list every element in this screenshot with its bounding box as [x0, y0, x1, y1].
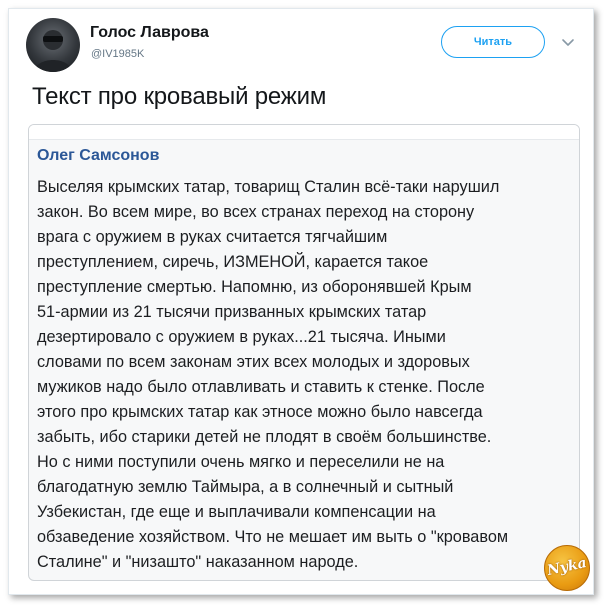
watermark-logo: Nyka [544, 545, 590, 591]
quoted-post-body: Выселяя крымских татар, товарищ Сталин в… [37, 175, 567, 575]
quoted-post-line: забыть, ибо старики детей не плодят в св… [37, 428, 492, 446]
quoted-post-line: благодатную землю Таймыра, а в солнечный… [37, 478, 454, 496]
chevron-down-icon [562, 39, 574, 46]
user-avatar-icon [34, 30, 72, 72]
user-handle[interactable]: @IV1985K [91, 48, 144, 60]
quoted-post-line: дезертировало с оружием в руках...21 тыс… [37, 328, 446, 346]
user-name[interactable]: Голос Лаврова [90, 24, 209, 42]
quoted-post-line: Выселяя крымских татар, товарищ Сталин в… [37, 178, 500, 196]
quoted-post-line: Сталине" и "низашто" наказанном народе. [37, 553, 359, 571]
quoted-post[interactable]: Олег Самсонов Выселяя крымских татар, то… [28, 124, 580, 581]
quoted-post-line: закон. Во всем мире, во всех странах пер… [37, 203, 475, 221]
quoted-post-line: мужиков надо было отлавливать и ставить … [37, 378, 485, 396]
quoted-post-line: 51-армии из 21 тысячи призванных крымски… [37, 303, 427, 321]
quoted-post-line: преступление смертью. Напомню, из оборон… [37, 278, 472, 296]
tweet-menu-button[interactable] [561, 36, 575, 48]
quoted-post-line: преступлением, сиречь, ИЗМЕНОЙ, карается… [37, 253, 429, 271]
quoted-post-line: Но с ними поступили очень мягко и пересе… [37, 453, 445, 471]
tweet-text: Текст про кровавый режим [32, 83, 327, 110]
user-avatar[interactable] [26, 18, 80, 72]
quoted-post-author[interactable]: Олег Самсонов [37, 147, 159, 165]
quoted-post-line: врага с оружием в руках считается тягчай… [37, 228, 388, 246]
quoted-post-line: словами по всем законам этих всех молоды… [37, 353, 470, 371]
quoted-post-top-strip [29, 125, 579, 140]
quoted-post-line: обзаведение хозяйством. Что не мешает им… [37, 528, 509, 546]
quoted-post-line: этого про крымских татар как этносе можн… [37, 403, 483, 421]
watermark-text: Nyka [545, 555, 589, 579]
follow-button[interactable]: Читать [441, 26, 545, 58]
quoted-post-line: Узбекистан, где еще и выплачивали компен… [37, 503, 436, 521]
